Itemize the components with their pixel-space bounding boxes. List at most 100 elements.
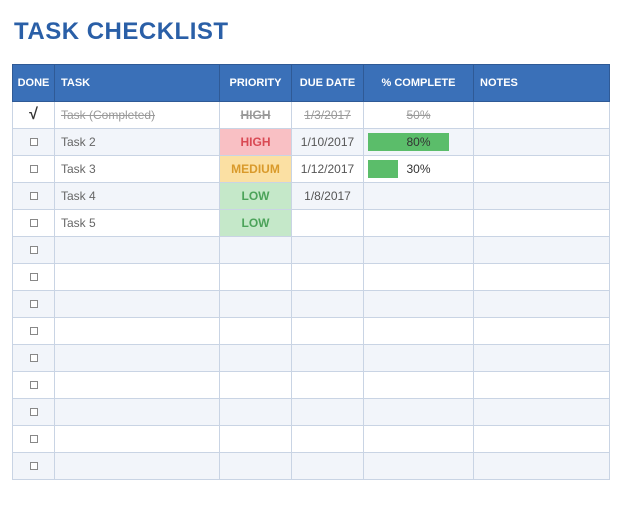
table-row — [13, 264, 610, 291]
table-row: √ Task (Completed)HIGH1/3/201750% — [13, 102, 610, 129]
task-cell[interactable] — [55, 426, 220, 453]
priority-cell[interactable] — [220, 345, 292, 372]
priority-cell[interactable]: HIGH — [220, 129, 292, 156]
pct-complete-cell[interactable] — [364, 291, 474, 318]
due-date-cell[interactable] — [292, 426, 364, 453]
due-date-cell[interactable] — [292, 372, 364, 399]
priority-cell[interactable] — [220, 372, 292, 399]
checkmark-icon: √ — [29, 106, 38, 123]
notes-cell[interactable] — [474, 372, 610, 399]
pct-complete-cell[interactable] — [364, 345, 474, 372]
done-cell[interactable]: √ — [13, 102, 55, 129]
done-cell[interactable] — [13, 453, 55, 480]
due-date-cell[interactable] — [292, 399, 364, 426]
done-cell[interactable] — [13, 372, 55, 399]
done-cell[interactable] — [13, 156, 55, 183]
checkbox-icon — [30, 381, 38, 389]
priority-cell[interactable] — [220, 399, 292, 426]
pct-complete-cell[interactable] — [364, 210, 474, 237]
priority-cell[interactable]: HIGH — [220, 102, 292, 129]
pct-complete-cell[interactable] — [364, 399, 474, 426]
task-cell[interactable]: Task 5 — [55, 210, 220, 237]
due-date-cell[interactable]: 1/12/2017 — [292, 156, 364, 183]
pct-complete-cell[interactable]: 50% — [364, 102, 474, 129]
pct-complete-cell[interactable] — [364, 318, 474, 345]
done-cell[interactable] — [13, 237, 55, 264]
notes-cell[interactable] — [474, 264, 610, 291]
checkbox-icon — [30, 138, 38, 146]
due-date-cell[interactable]: 1/10/2017 — [292, 129, 364, 156]
due-date-cell[interactable] — [292, 291, 364, 318]
notes-cell[interactable] — [474, 210, 610, 237]
notes-cell[interactable] — [474, 102, 610, 129]
priority-cell[interactable] — [220, 453, 292, 480]
page-title: TASK CHECKLIST — [14, 18, 609, 46]
pct-complete-cell[interactable] — [364, 426, 474, 453]
priority-cell[interactable] — [220, 291, 292, 318]
pct-complete-cell[interactable] — [364, 264, 474, 291]
col-done: DONE — [13, 65, 55, 102]
checkbox-icon — [30, 435, 38, 443]
priority-cell[interactable] — [220, 264, 292, 291]
checkbox-icon — [30, 192, 38, 200]
done-cell[interactable] — [13, 210, 55, 237]
table-row — [13, 237, 610, 264]
due-date-cell[interactable] — [292, 237, 364, 264]
priority-cell[interactable] — [220, 318, 292, 345]
done-cell[interactable] — [13, 183, 55, 210]
due-date-cell[interactable] — [292, 318, 364, 345]
notes-cell[interactable] — [474, 399, 610, 426]
due-date-cell[interactable] — [292, 345, 364, 372]
notes-cell[interactable] — [474, 426, 610, 453]
notes-cell[interactable] — [474, 345, 610, 372]
pct-complete-cell[interactable] — [364, 453, 474, 480]
priority-cell[interactable]: MEDIUM — [220, 156, 292, 183]
pct-complete-cell[interactable] — [364, 372, 474, 399]
due-date-cell[interactable] — [292, 264, 364, 291]
checkbox-icon — [30, 273, 38, 281]
due-date-cell[interactable] — [292, 453, 364, 480]
done-cell[interactable] — [13, 291, 55, 318]
notes-cell[interactable] — [474, 129, 610, 156]
notes-cell[interactable] — [474, 318, 610, 345]
task-cell[interactable]: Task 3 — [55, 156, 220, 183]
priority-cell[interactable]: LOW — [220, 183, 292, 210]
done-cell[interactable] — [13, 129, 55, 156]
task-cell[interactable] — [55, 291, 220, 318]
notes-cell[interactable] — [474, 156, 610, 183]
checkbox-icon — [30, 354, 38, 362]
priority-badge: MEDIUM — [220, 156, 291, 182]
table-row — [13, 291, 610, 318]
done-cell[interactable] — [13, 426, 55, 453]
pct-complete-cell[interactable] — [364, 237, 474, 264]
due-date-cell[interactable] — [292, 210, 364, 237]
done-cell[interactable] — [13, 399, 55, 426]
pct-complete-cell[interactable]: 30% — [364, 156, 474, 183]
priority-cell[interactable] — [220, 237, 292, 264]
pct-complete-cell[interactable] — [364, 183, 474, 210]
task-cell[interactable]: Task 4 — [55, 183, 220, 210]
notes-cell[interactable] — [474, 183, 610, 210]
task-cell[interactable]: Task (Completed) — [55, 102, 220, 129]
task-cell[interactable]: Task 2 — [55, 129, 220, 156]
notes-cell[interactable] — [474, 453, 610, 480]
due-date-cell[interactable]: 1/3/2017 — [292, 102, 364, 129]
priority-cell[interactable] — [220, 426, 292, 453]
pct-complete-cell[interactable]: 80% — [364, 129, 474, 156]
notes-cell[interactable] — [474, 237, 610, 264]
task-cell[interactable] — [55, 237, 220, 264]
task-cell[interactable] — [55, 399, 220, 426]
task-cell[interactable] — [55, 318, 220, 345]
done-cell[interactable] — [13, 264, 55, 291]
done-cell[interactable] — [13, 318, 55, 345]
checkbox-icon — [30, 462, 38, 470]
done-cell[interactable] — [13, 345, 55, 372]
priority-cell[interactable]: LOW — [220, 210, 292, 237]
due-date-cell[interactable]: 1/8/2017 — [292, 183, 364, 210]
task-cell[interactable] — [55, 372, 220, 399]
task-cell[interactable] — [55, 264, 220, 291]
task-cell[interactable] — [55, 453, 220, 480]
notes-cell[interactable] — [474, 291, 610, 318]
table-row: Task 5LOW — [13, 210, 610, 237]
task-cell[interactable] — [55, 345, 220, 372]
